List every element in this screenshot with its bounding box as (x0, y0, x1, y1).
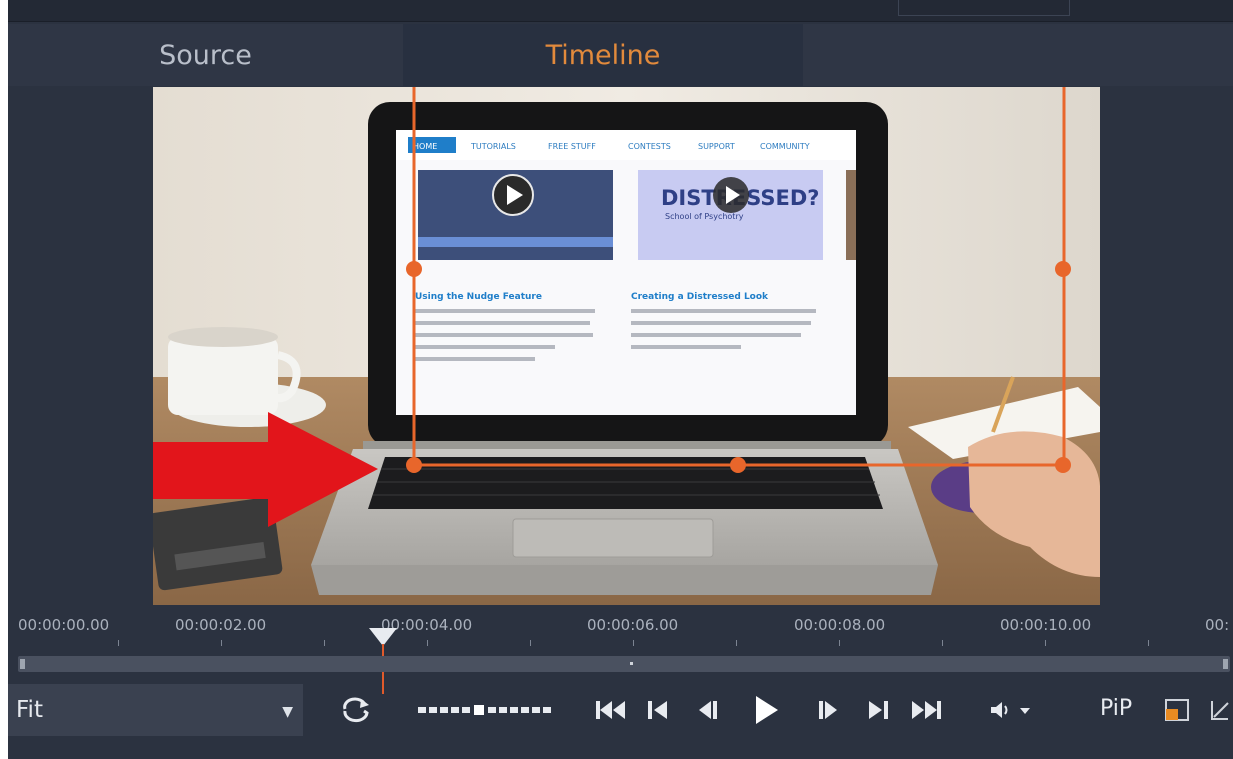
site-thumb-2-sub: School of Psychotry (665, 212, 744, 221)
site-nav-support: SUPPORT (698, 142, 735, 151)
next-marker-button[interactable] (860, 694, 896, 726)
ruler-tick (427, 640, 428, 646)
dropdown-arrow-icon: ▼ (282, 704, 293, 720)
tab-source[interactable]: Source (8, 24, 403, 86)
crop-handle-left[interactable] (406, 261, 422, 277)
ruler-tick (839, 640, 840, 646)
site-post-2-title: Creating a Distressed Look (631, 292, 769, 302)
play-button[interactable] (746, 694, 786, 726)
next-marker-icon (869, 701, 888, 719)
tab-timeline[interactable]: Timeline (403, 24, 803, 86)
timecode-0: 00:00:00.00 (18, 616, 110, 634)
site-nav-community: COMMUNITY (760, 142, 810, 151)
play-icon (756, 696, 778, 724)
volume-icon (991, 702, 1030, 718)
tab-source-label: Source (159, 39, 252, 71)
ruler-tick (530, 640, 531, 646)
crop-handle-bottom-left[interactable] (406, 457, 422, 473)
step-back-button[interactable] (690, 694, 726, 726)
go-to-start-button[interactable] (591, 694, 631, 726)
pip-button[interactable]: PiP (1100, 696, 1132, 721)
timecode-1: 00:00:02.00 (175, 616, 267, 634)
site-nav-free-stuff: FREE STUFF (548, 142, 596, 151)
go-to-start-icon (596, 701, 625, 719)
site-nav-contests: CONTESTS (628, 142, 671, 151)
timecode-6: 00: (1205, 616, 1230, 634)
previous-marker-icon (648, 701, 667, 719)
volume-button[interactable] (986, 694, 1042, 726)
crop-icon (1165, 699, 1189, 721)
crop-handle-right[interactable] (1055, 261, 1071, 277)
timeline-scrollbar[interactable] (18, 656, 1230, 672)
top-field (898, 0, 1070, 16)
zoom-select-value: Fit (16, 697, 43, 723)
crop-handle-bottom-right[interactable] (1055, 457, 1071, 473)
go-to-end-button[interactable] (906, 694, 946, 726)
ruler-tick (1148, 640, 1149, 646)
zoom-select[interactable]: Fit ▼ (8, 684, 303, 736)
bottom-strip (8, 742, 1233, 759)
timeline-ruler[interactable]: 00:00:00.00 00:00:02.00 00:00:04.00 00:0… (8, 610, 1233, 694)
site-post-1-title: Using the Nudge Feature (415, 292, 542, 302)
tab-area-empty (803, 24, 1233, 86)
previous-marker-button[interactable] (640, 694, 676, 726)
ruler-tick (736, 640, 737, 646)
laptop: HOME TUTORIALS FREE STUFF CONTESTS SUPPO… (311, 102, 938, 595)
loop-icon (343, 697, 369, 723)
step-back-icon (699, 701, 717, 719)
crop-handle-bottom[interactable] (730, 457, 746, 473)
transport-controls: Fit ▼ PiP (8, 680, 1233, 740)
ruler-tick (118, 640, 119, 646)
step-forward-icon (819, 701, 837, 719)
player-tabs: Source Timeline (8, 24, 1233, 86)
scrollbar-center-dot (630, 662, 633, 665)
scrollbar-left-grip[interactable] (20, 659, 25, 669)
site-nav-tutorials: TUTORIALS (470, 142, 516, 151)
ruler-tick (324, 640, 325, 646)
ruler-tick (942, 640, 943, 646)
loop-button[interactable] (336, 694, 376, 726)
site-nav-home: HOME (413, 142, 437, 151)
ruler-tick (221, 640, 222, 646)
video-preview[interactable]: HOME TUTORIALS FREE STUFF CONTESTS SUPPO… (153, 87, 1100, 605)
step-forward-button[interactable] (810, 694, 846, 726)
timecode-4: 00:00:08.00 (794, 616, 886, 634)
jog-slider[interactable] (416, 694, 556, 726)
timecode-5: 00:00:10.00 (1000, 616, 1092, 634)
video-editor-player: Source Timeline HOME TUTORIALS FREE STUF… (8, 0, 1233, 759)
ruler-tick (1045, 640, 1046, 646)
go-to-end-icon (912, 701, 941, 719)
rotate-tool-icon (1210, 701, 1229, 720)
ruler-tick (633, 640, 634, 646)
timecode-3: 00:00:06.00 (587, 616, 679, 634)
crop-button[interactable] (1160, 694, 1194, 726)
jog-slider-icon (418, 705, 551, 715)
tab-timeline-label: Timeline (545, 39, 661, 71)
top-strip (8, 0, 1233, 22)
scrollbar-right-grip[interactable] (1223, 659, 1228, 669)
edge-tool-button[interactable] (1206, 694, 1233, 726)
